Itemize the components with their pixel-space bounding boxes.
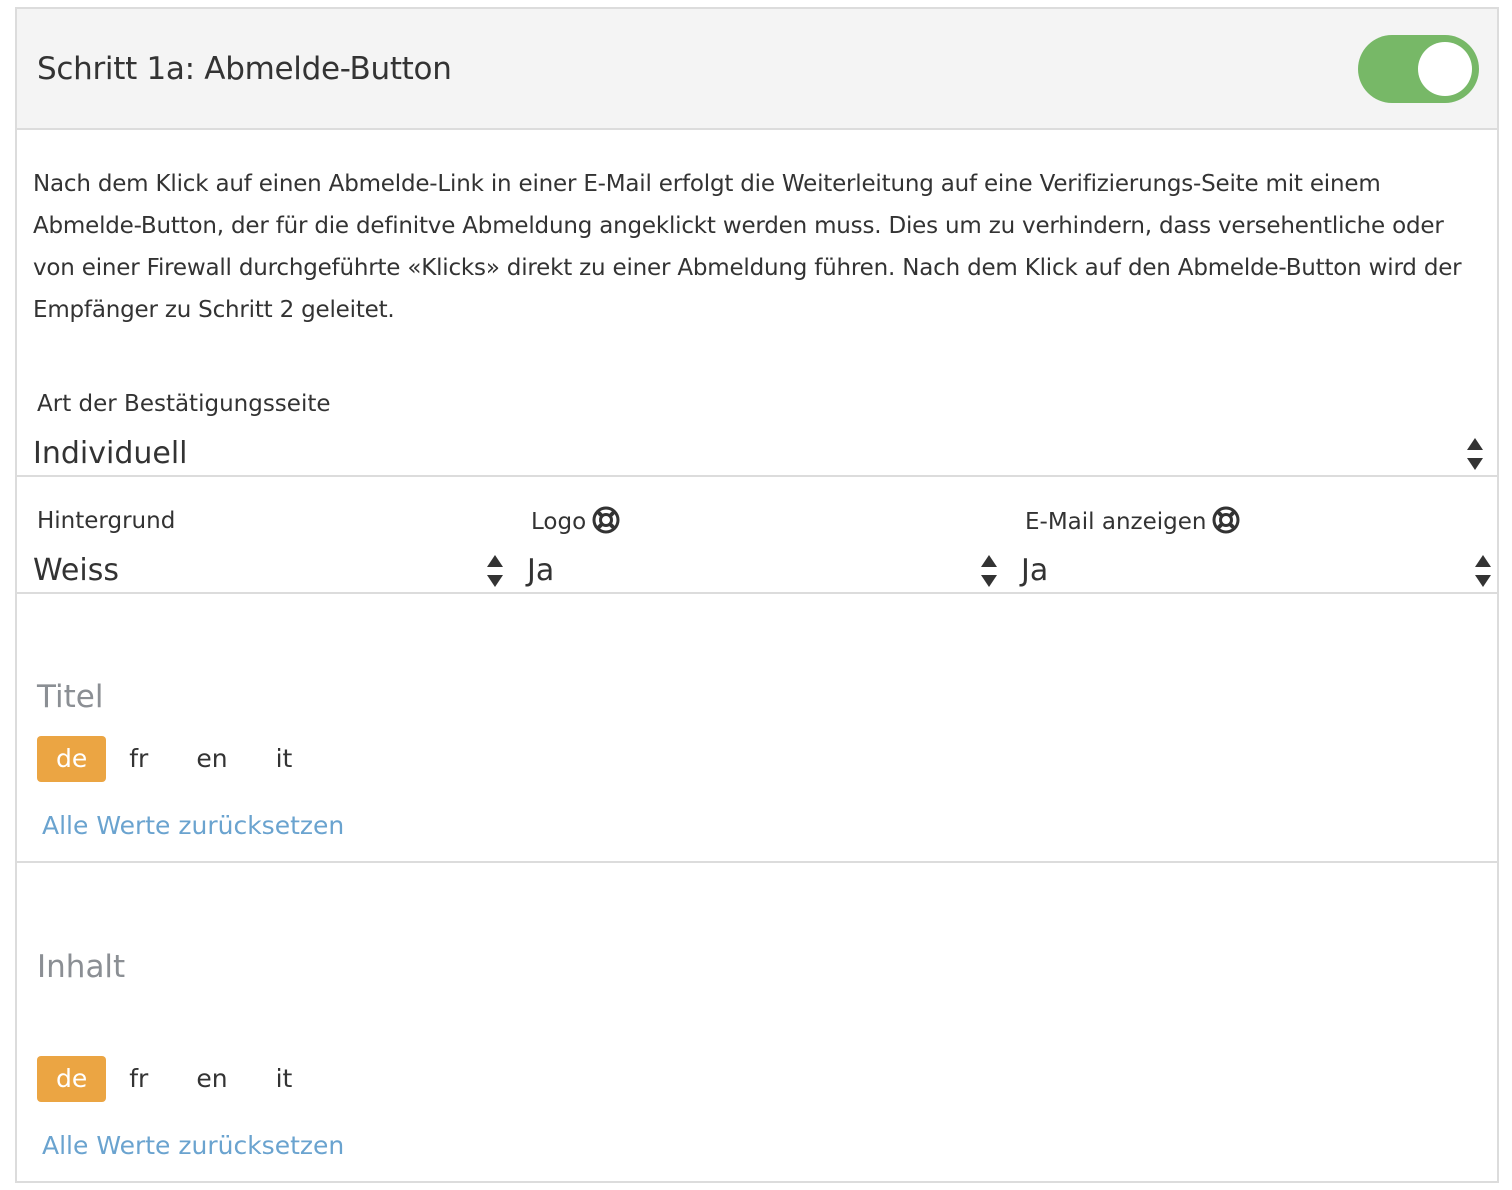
content-language-tabs: de fr en it [37, 1056, 323, 1102]
logo-label: Logo [531, 506, 620, 537]
select-arrows-icon [487, 555, 503, 587]
title-language-tabs: de fr en it [37, 736, 323, 782]
title-reset-link[interactable]: Alle Werte zurücksetzen [42, 809, 344, 843]
divider [17, 592, 1497, 594]
title-section-heading: Titel [37, 679, 104, 715]
logo-label-text: Logo [531, 509, 587, 535]
divider [17, 475, 1497, 477]
select-arrows-icon [981, 555, 997, 587]
content-tab-en[interactable]: en [179, 1056, 244, 1102]
content-tab-de[interactable]: de [37, 1056, 107, 1102]
content-tab-it[interactable]: it [259, 1056, 310, 1102]
title-tab-en[interactable]: en [179, 736, 244, 782]
background-value: Weiss [33, 553, 119, 588]
enable-toggle[interactable] [1358, 35, 1479, 103]
panel-title: Schritt 1a: Abmelde-Button [37, 51, 452, 87]
show-email-label: E-Mail anzeigen [1025, 506, 1240, 537]
select-arrows-icon [1475, 555, 1491, 587]
lifebuoy-icon[interactable] [1212, 506, 1240, 534]
content-tab-fr[interactable]: fr [112, 1056, 165, 1102]
content-reset-link[interactable]: Alle Werte zurücksetzen [42, 1129, 344, 1163]
panel-header: Schritt 1a: Abmelde-Button [17, 9, 1497, 130]
logo-select[interactable]: Ja [511, 545, 1006, 603]
settings-panel: Schritt 1a: Abmelde-Button Nach dem Klic… [15, 7, 1499, 1183]
title-tab-fr[interactable]: fr [112, 736, 165, 782]
show-email-label-text: E-Mail anzeigen [1025, 509, 1207, 535]
confirmation-page-value: Individuell [33, 436, 188, 471]
show-email-value: Ja [1021, 553, 1049, 588]
lifebuoy-icon[interactable] [592, 506, 620, 534]
logo-value: Ja [527, 553, 555, 588]
toggle-knob [1418, 42, 1472, 96]
confirmation-page-label: Art der Bestätigungsseite [37, 391, 331, 417]
title-tab-de[interactable]: de [37, 736, 107, 782]
show-email-select[interactable]: Ja [1005, 545, 1497, 603]
background-label: Hintergrund [37, 508, 176, 534]
description-text: Nach dem Klick auf einen Abmelde-Link in… [33, 171, 1462, 323]
content-section-heading: Inhalt [37, 949, 126, 985]
title-tab-it[interactable]: it [259, 736, 310, 782]
divider [17, 861, 1497, 863]
select-arrows-icon [1467, 438, 1483, 470]
background-select[interactable]: Weiss [17, 545, 512, 603]
